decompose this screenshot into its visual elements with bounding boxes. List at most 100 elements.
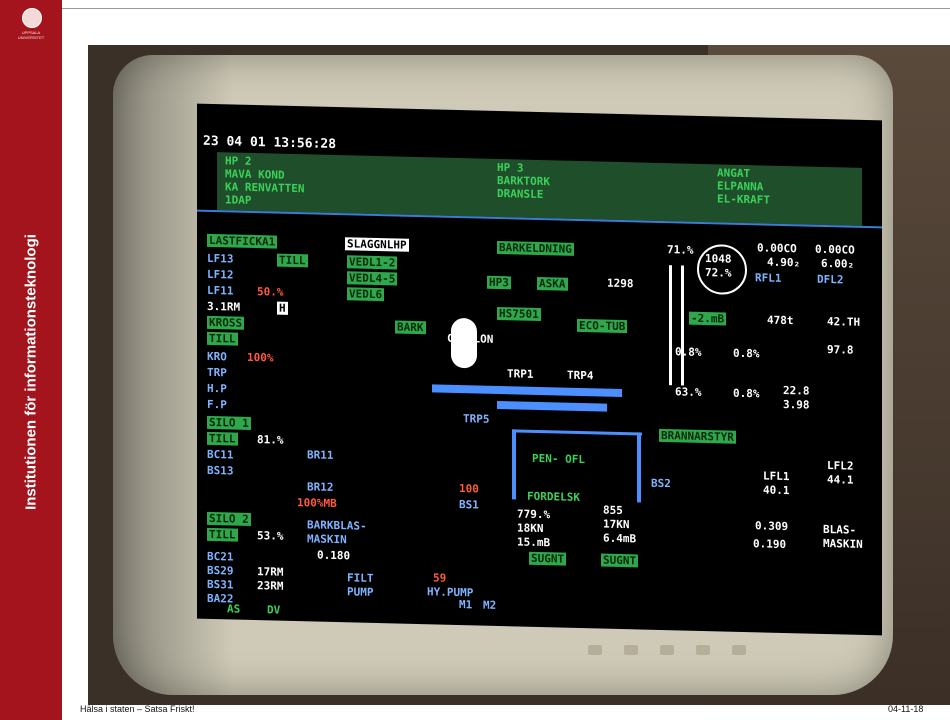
val0309: 0.309 [755, 519, 789, 534]
silo1-value: 81.% [257, 433, 284, 447]
footer-date: 04-11-18 [888, 704, 924, 714]
val63: 63.% [675, 385, 702, 399]
university-logo: UPPSALA UNIVERSITET [13, 8, 49, 60]
monitor-button [588, 645, 602, 655]
bc21-label: BC21 [207, 549, 234, 564]
ecotub-label: ECO-TUB [577, 318, 628, 334]
header-item[interactable]: EL-KRAFT [717, 192, 770, 206]
m1-button[interactable]: M1 [459, 598, 472, 611]
m64: 6.4mB [603, 531, 637, 546]
sidebar: UPPSALA UNIVERSITET Institutionen för in… [0, 0, 62, 720]
silo2-value: 53.% [257, 529, 284, 543]
vedl45-label: VEDL4-5 [347, 271, 398, 286]
maskin-label: MASKIN [823, 536, 863, 551]
br12-label: BR12 [307, 480, 334, 494]
rfl1-label: RFL1 [755, 271, 782, 285]
sugnt-label: SUGNT [529, 551, 567, 566]
percent71-value: 71.% [667, 243, 694, 257]
header-item[interactable]: 1DAP [225, 193, 252, 207]
pipe [681, 265, 684, 386]
n100-value: 100 [459, 482, 479, 496]
barkeldning-label[interactable]: BARKELDNING [497, 240, 574, 256]
seal-icon [22, 8, 42, 28]
slaggnlhp-label[interactable]: SLAGGNLHP [345, 237, 409, 252]
val08: 0.8% [733, 346, 760, 361]
o2-value: 4.90₂ [767, 255, 801, 270]
barkblas-label: BARKBLAS- [307, 518, 367, 533]
fordelsk-label: FORDELSK [527, 489, 580, 504]
val0198: 0.190 [753, 537, 787, 552]
bc11-label: BC11 [207, 447, 234, 462]
hs7501-label: HS7501 [497, 306, 541, 322]
header-item[interactable]: ANGAT [717, 166, 750, 180]
hp3-label: HP3 [487, 275, 511, 290]
kross-label: KROSS [207, 315, 245, 330]
val855: 855 [603, 503, 623, 518]
o2-value: 6.00₂ [821, 256, 855, 271]
m2-button[interactable]: M2 [483, 599, 496, 612]
datetime: 23 04 01 13:56:28 [203, 133, 337, 153]
maskin-value: 0.180 [317, 548, 351, 563]
logo-text: UPPSALA UNIVERSITET [17, 30, 45, 40]
header-item[interactable]: BARKTORK [497, 174, 550, 188]
pump-label: PUMP [347, 585, 374, 599]
lf11-label: LF11 [207, 283, 234, 298]
lf13-label: LF13 [207, 251, 234, 266]
lastficka-label[interactable]: LASTFICKA1 [207, 233, 278, 249]
bs2-label: BS2 [651, 476, 671, 491]
monitor-buttons [588, 645, 746, 655]
vedl6-label: VEDL6 [347, 287, 385, 302]
silo1-label: SILO 1 [207, 415, 251, 430]
header-item[interactable]: DRANSLE [497, 187, 543, 201]
conveyor [497, 400, 607, 412]
val228: 22.8 [783, 383, 810, 398]
till-label: TILL [207, 527, 238, 542]
val97: 97.8 [827, 343, 854, 357]
lf12-label: LF12 [207, 267, 234, 282]
kn18: 18KN [517, 521, 544, 536]
as-button[interactable]: AS [227, 602, 240, 615]
m15: 15.mB [517, 535, 551, 550]
header-item[interactable]: HP 2 [225, 154, 252, 168]
fp-label: F.P [207, 397, 227, 412]
till-label: TILL [277, 253, 308, 268]
n1048: 1048 [705, 252, 732, 266]
val441: 44.1 [827, 473, 854, 487]
monitor-button [732, 645, 746, 655]
conveyor [432, 384, 622, 398]
co-value: 0.00CO [815, 242, 855, 257]
h-indicator: H [277, 301, 288, 315]
lfl1-label: LFL1 [763, 469, 790, 484]
trp1-label: TRP1 [507, 367, 534, 381]
val478: 478t [767, 313, 794, 328]
hp-label: H.P [207, 381, 227, 396]
bs31-label: BS31 [207, 577, 234, 592]
bs31-value: 23RM [257, 579, 284, 593]
dv-button[interactable]: DV [267, 603, 280, 616]
lfl2-label: LFL2 [827, 459, 854, 473]
till-label: TILL [207, 431, 238, 446]
br12-value: 100%MB [297, 496, 337, 511]
maskin-label: MASKIN [307, 532, 347, 547]
sidebar-title: Institutionen för informationsteknologi [22, 234, 40, 510]
blas-label: BLAS- [823, 522, 857, 537]
filt-label: FILT [347, 571, 374, 585]
val42: 42.TH [827, 315, 861, 329]
bs13-label: BS13 [207, 463, 234, 478]
silo2-label: SILO 2 [207, 511, 251, 526]
header-item[interactable]: HP 3 [497, 161, 524, 175]
pipe [512, 429, 642, 436]
trp-label: TRP [207, 365, 227, 380]
aska-label: ASKA [537, 276, 568, 291]
val401: 40.1 [763, 483, 790, 498]
n1298-value: 1298 [607, 276, 634, 291]
pipe [669, 265, 672, 386]
val398: 3.98 [783, 397, 810, 412]
pipe [637, 432, 641, 503]
lf11-value: 50.% [257, 285, 284, 299]
header-rule [62, 8, 950, 9]
header-item[interactable]: ELPANNA [717, 179, 763, 193]
m2-value: -2.mB [689, 311, 727, 326]
brannar-label: BRANNARSTYR [659, 428, 736, 444]
till-label: TILL [207, 331, 238, 346]
